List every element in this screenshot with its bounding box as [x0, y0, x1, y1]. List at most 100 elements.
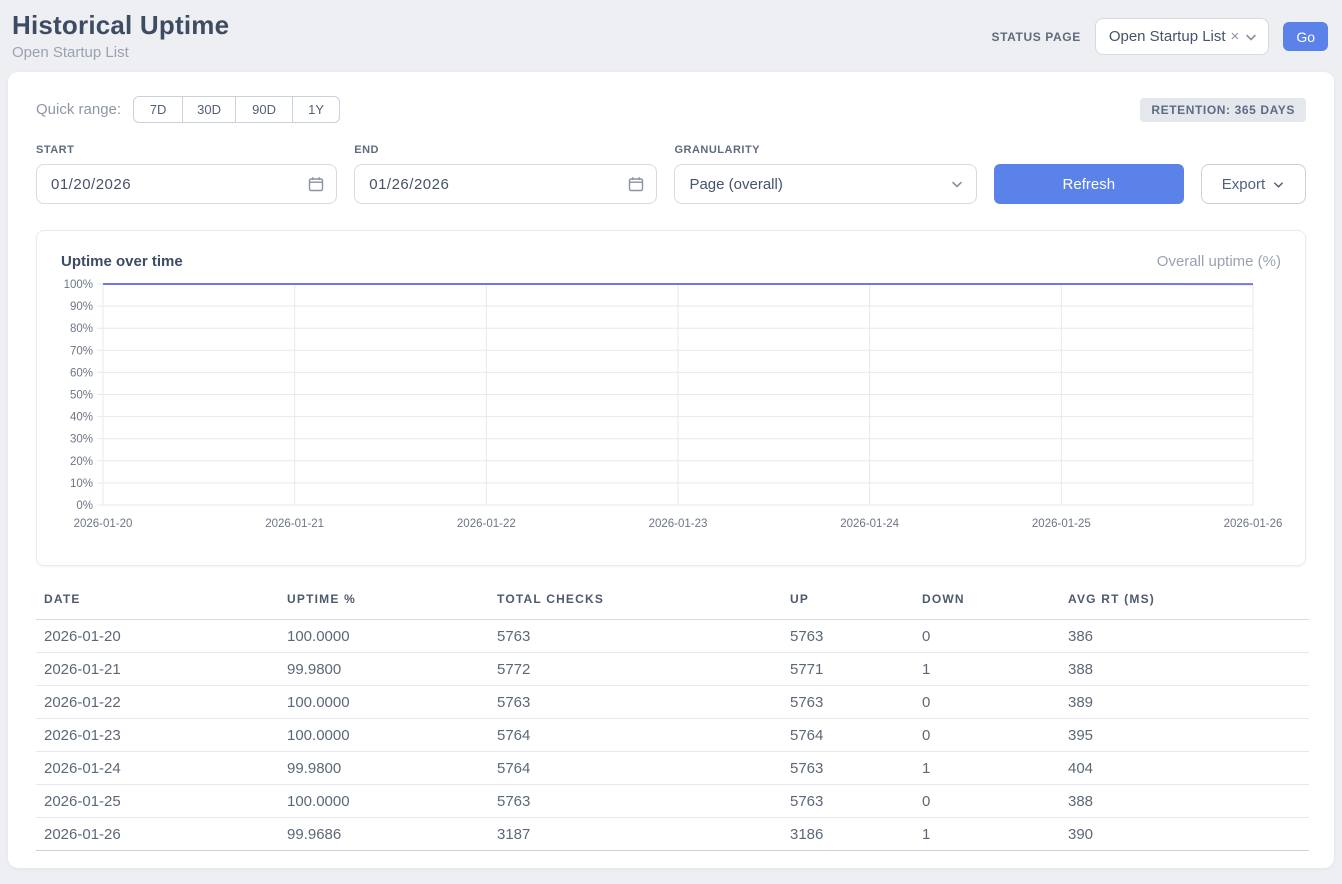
y-tick-label: 90%: [70, 301, 93, 313]
start-date-field: START 01/20/2026: [36, 144, 337, 204]
table-cell: 1: [914, 818, 1060, 851]
chevron-down-icon: [1244, 30, 1258, 44]
table-cell: 0: [914, 686, 1060, 719]
table-cell: 2026-01-21: [36, 653, 279, 686]
status-page-selected-value: Open Startup List: [1109, 28, 1226, 45]
table-cell: 5763: [489, 620, 782, 653]
page-title: Historical Uptime: [12, 10, 229, 41]
x-tick-label: 2026-01-26: [1224, 518, 1283, 530]
end-date-field: END 01/26/2026: [354, 144, 657, 204]
uptime-line-chart: 100%90%80%70%60%50%40%30%20%10%0%2026-01…: [61, 276, 1285, 538]
table-header-row: DATEUPTIME %TOTAL CHECKSUPDOWNAVG RT (MS…: [36, 590, 1309, 620]
quick-range-row: Quick range: 7D30D90D1Y RETENTION: 365 D…: [36, 96, 1306, 123]
export-button[interactable]: Export: [1201, 164, 1306, 204]
go-button[interactable]: Go: [1283, 22, 1328, 51]
y-tick-label: 100%: [64, 279, 93, 291]
table-cell: 5763: [782, 785, 914, 818]
chart-title: Uptime over time: [61, 253, 183, 270]
start-date-input[interactable]: 01/20/2026: [36, 164, 337, 204]
chart-header: Uptime over time Overall uptime (%): [61, 253, 1281, 270]
x-tick-label: 2026-01-25: [1032, 518, 1091, 530]
chart-legend: Overall uptime (%): [1157, 253, 1281, 270]
main-panel: Quick range: 7D30D90D1Y RETENTION: 365 D…: [8, 72, 1334, 868]
table-cell: 5763: [782, 620, 914, 653]
table-row: 2026-01-22100.0000576357630389: [36, 686, 1309, 719]
table-cell: 100.0000: [279, 785, 489, 818]
table-cell: 5763: [782, 686, 914, 719]
uptime-chart-card: Uptime over time Overall uptime (%) 100%…: [36, 230, 1306, 566]
uptime-table: DATEUPTIME %TOTAL CHECKSUPDOWNAVG RT (MS…: [36, 590, 1309, 851]
table-cell: 3186: [782, 818, 914, 851]
table-row: 2026-01-23100.0000576457640395: [36, 719, 1309, 752]
column-header-5: AVG RT (MS): [1060, 590, 1309, 620]
table-row: 2026-01-2499.9800576457631404: [36, 752, 1309, 785]
y-tick-label: 0%: [76, 500, 93, 512]
start-date-label: START: [36, 144, 337, 156]
y-tick-label: 70%: [70, 345, 93, 357]
table-cell: 99.9800: [279, 752, 489, 785]
table-cell: 2026-01-22: [36, 686, 279, 719]
page-subtitle: Open Startup List: [12, 44, 229, 61]
granularity-selected-value: Page (overall): [689, 176, 782, 193]
table-cell: 2026-01-25: [36, 785, 279, 818]
title-block: Historical Uptime Open Startup List: [12, 10, 229, 61]
table-cell: 5764: [489, 719, 782, 752]
end-date-input[interactable]: 01/26/2026: [354, 164, 657, 204]
table-cell: 389: [1060, 686, 1309, 719]
y-tick-label: 80%: [70, 323, 93, 335]
table-cell: 404: [1060, 752, 1309, 785]
y-tick-label: 60%: [70, 367, 93, 379]
table-cell: 388: [1060, 653, 1309, 686]
status-page-label: STATUS PAGE: [992, 30, 1081, 44]
table-cell: 2026-01-23: [36, 719, 279, 752]
quick-range-label: Quick range:: [36, 101, 121, 118]
clear-selection-icon[interactable]: ×: [1230, 28, 1241, 45]
y-tick-label: 10%: [70, 478, 93, 490]
table-cell: 1: [914, 752, 1060, 785]
refresh-button[interactable]: Refresh: [994, 164, 1184, 204]
table-cell: 99.9800: [279, 653, 489, 686]
x-tick-label: 2026-01-23: [649, 518, 708, 530]
table-row: 2026-01-2199.9800577257711388: [36, 653, 1309, 686]
filters-row: START 01/20/2026 END 01/26/2026 GRANULAR…: [36, 144, 1306, 204]
table-cell: 2026-01-20: [36, 620, 279, 653]
y-tick-label: 30%: [70, 434, 93, 446]
column-header-3: UP: [782, 590, 914, 620]
quick-range-1y[interactable]: 1Y: [292, 96, 340, 123]
table-cell: 100.0000: [279, 686, 489, 719]
end-date-value: 01/26/2026: [369, 176, 449, 193]
column-header-0: DATE: [36, 590, 279, 620]
quick-range-7d[interactable]: 7D: [133, 96, 183, 123]
table-row: 2026-01-20100.0000576357630386: [36, 620, 1309, 653]
table-cell: 386: [1060, 620, 1309, 653]
table-cell: 5763: [782, 752, 914, 785]
y-tick-label: 50%: [70, 390, 93, 402]
table-cell: 5764: [782, 719, 914, 752]
table-cell: 3187: [489, 818, 782, 851]
x-tick-label: 2026-01-22: [457, 518, 516, 530]
chevron-down-icon: [1272, 178, 1285, 191]
status-page-select[interactable]: Open Startup List ×: [1095, 18, 1270, 55]
uptime-table-wrap: DATEUPTIME %TOTAL CHECKSUPDOWNAVG RT (MS…: [36, 590, 1306, 851]
calendar-icon[interactable]: [308, 176, 324, 192]
calendar-icon[interactable]: [628, 176, 644, 192]
table-cell: 0: [914, 719, 1060, 752]
table-cell: 100.0000: [279, 620, 489, 653]
granularity-select[interactable]: Page (overall): [674, 164, 976, 204]
chevron-down-icon: [950, 177, 964, 191]
granularity-field: GRANULARITY Page (overall): [674, 144, 976, 204]
quick-range-90d[interactable]: 90D: [235, 96, 293, 123]
table-cell: 5771: [782, 653, 914, 686]
y-tick-label: 20%: [70, 456, 93, 468]
quick-range-group: 7D30D90D1Y: [133, 96, 340, 123]
table-cell: 100.0000: [279, 719, 489, 752]
table-cell: 390: [1060, 818, 1309, 851]
x-tick-label: 2026-01-24: [840, 518, 899, 530]
table-cell: 0: [914, 620, 1060, 653]
table-cell: 2026-01-26: [36, 818, 279, 851]
granularity-label: GRANULARITY: [674, 144, 976, 156]
quick-range-30d[interactable]: 30D: [182, 96, 236, 123]
column-header-4: DOWN: [914, 590, 1060, 620]
top-bar: Historical Uptime Open Startup List STAT…: [0, 0, 1342, 64]
table-cell: 5764: [489, 752, 782, 785]
